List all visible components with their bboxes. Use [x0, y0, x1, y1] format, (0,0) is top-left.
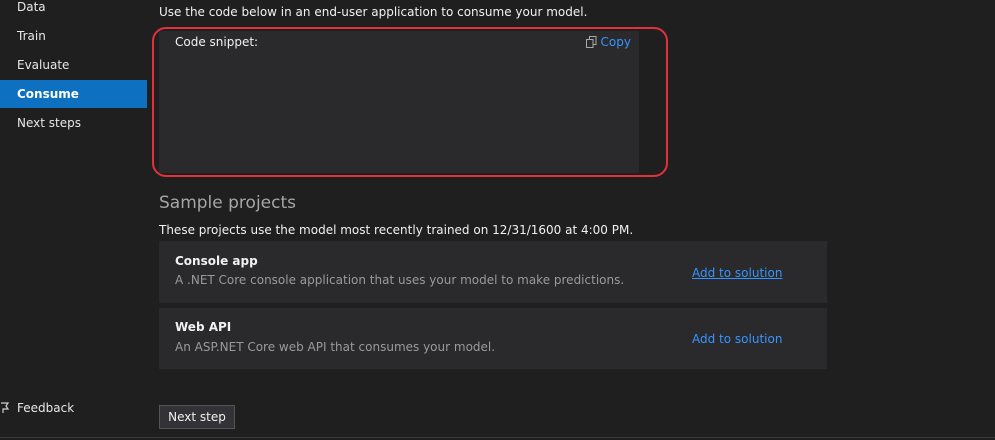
model-builder-consume-page: Data Train Evaluate Consume Next steps F…	[0, 0, 995, 440]
sidebar-item-next-steps[interactable]: Next steps	[0, 109, 147, 137]
sidebar-nav: Data Train Evaluate Consume Next steps F…	[0, 0, 147, 440]
sidebar-item-evaluate[interactable]: Evaluate	[0, 51, 147, 79]
project-description: An ASP.NET Core web API that consumes yo…	[175, 340, 496, 354]
sidebar-item-consume[interactable]: Consume	[0, 80, 147, 108]
feedback-link[interactable]: Feedback	[0, 398, 74, 418]
sidebar-item-train[interactable]: Train	[0, 22, 147, 50]
project-card-web-api: Web API An ASP.NET Core web API that con…	[159, 308, 827, 369]
add-to-solution-console-link[interactable]: Add to solution	[692, 266, 782, 280]
add-to-solution-webapi-link[interactable]: Add to solution	[692, 332, 782, 346]
feedback-label: Feedback	[17, 401, 75, 415]
project-title: Console app	[175, 254, 258, 268]
sidebar-item-data[interactable]: Data	[0, 0, 147, 21]
project-card-console-app: Console app A .NET Core console applicat…	[159, 241, 827, 303]
feedback-icon	[1, 402, 10, 413]
snippet-highlight-outline	[152, 27, 668, 177]
project-title: Web API	[175, 320, 232, 334]
sample-projects-description: These projects use the model most recent…	[159, 223, 634, 237]
consume-intro-text: Use the code below in an end-user applic…	[159, 5, 588, 19]
project-description: A .NET Core console application that use…	[175, 273, 625, 287]
sample-projects-title: Sample projects	[159, 193, 297, 213]
next-step-button[interactable]: Next step	[159, 405, 235, 429]
bottom-divider	[0, 437, 995, 438]
